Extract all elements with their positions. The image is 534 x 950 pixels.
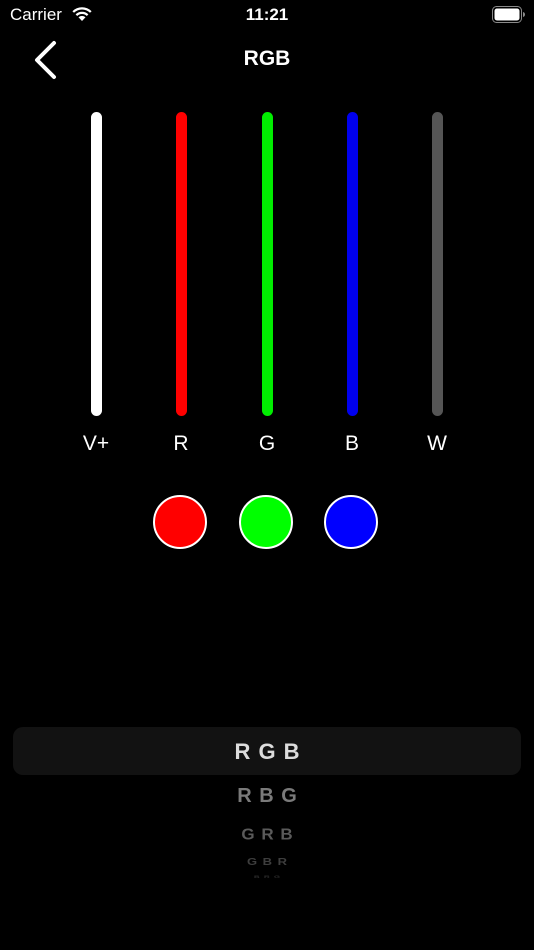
picker-option[interactable]: G B R — [0, 856, 534, 867]
picker-option-selected[interactable]: R G B — [0, 739, 534, 765]
channel-b: B — [322, 112, 382, 462]
channel-g: G — [237, 112, 297, 462]
channel-bar[interactable] — [347, 112, 358, 416]
channel-bar[interactable] — [262, 112, 273, 416]
green-color-button[interactable] — [239, 495, 293, 549]
picker-option[interactable]: B R G — [0, 874, 534, 879]
picker-option[interactable]: G R B — [0, 826, 534, 844]
channel-w: W — [407, 112, 467, 462]
battery-icon — [492, 6, 525, 23]
channel-bar[interactable] — [432, 112, 443, 416]
picker-option[interactable]: R B G — [0, 785, 534, 808]
channel-label: B — [344, 432, 359, 455]
channel-label: G — [258, 432, 276, 455]
channel-label: V+ — [82, 432, 110, 455]
channel-label: W — [427, 432, 447, 455]
channel-bar[interactable] — [91, 112, 102, 416]
status-time: 11:21 — [245, 5, 289, 24]
channel-order-picker[interactable]: R G B R B G G R B G B R B R G — [0, 700, 534, 900]
channel-label: R — [173, 432, 189, 455]
status-bar: Carrier 11:21 — [0, 0, 534, 30]
channel-v-plus: V+ — [66, 112, 126, 462]
channel-r: R — [151, 112, 211, 462]
page-title: RGB — [243, 47, 291, 70]
blue-color-button[interactable] — [324, 495, 378, 549]
channel-bar[interactable] — [176, 112, 187, 416]
red-color-button[interactable] — [153, 495, 207, 549]
